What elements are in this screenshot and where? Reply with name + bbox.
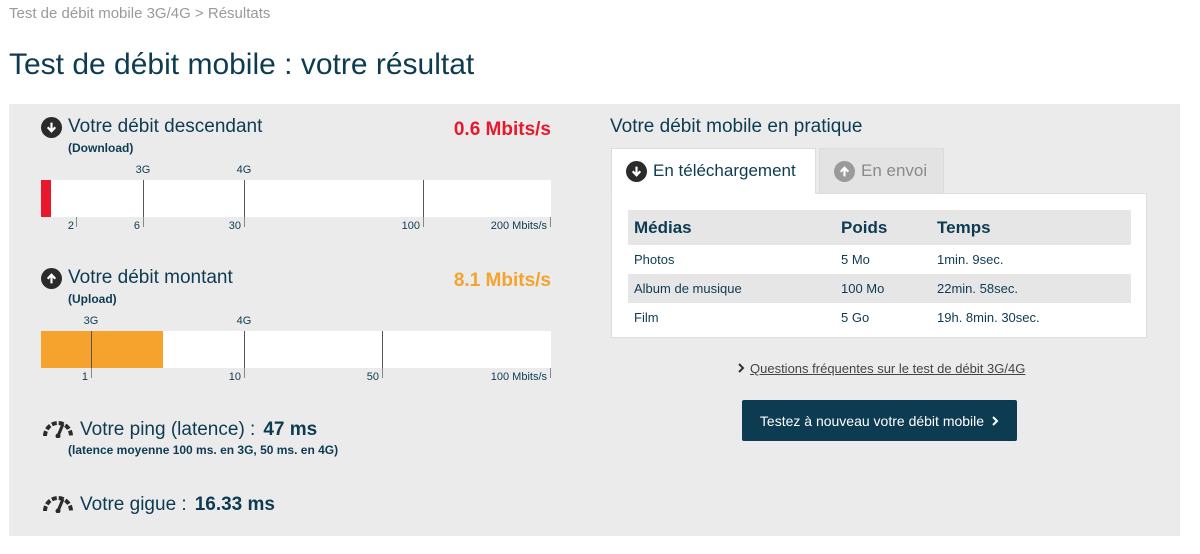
table-row: Film 5 Go 19h. 8min. 30sec. <box>628 303 1131 332</box>
table-cell: 5 Mo <box>841 252 870 267</box>
upload-title: Votre débit montant <box>68 267 233 288</box>
speedometer-icon <box>42 416 74 443</box>
download-value: 0.6 Mbits/s <box>453 119 551 140</box>
arrow-up-circle-icon <box>41 267 62 289</box>
scale-label: 100 Mbits/s <box>490 371 547 383</box>
table-row: Album de musique 100 Mo 22min. 58sec. <box>628 274 1131 303</box>
upload-bar <box>41 331 551 368</box>
gauge-label-4g: 4G <box>236 315 252 327</box>
jitter-title: Votre gigue : <box>80 493 187 515</box>
ping-title: Votre ping (latence) : <box>80 418 256 440</box>
tab-upload[interactable]: En envoi <box>819 148 944 194</box>
arrow-down-circle-icon <box>626 160 647 182</box>
arrow-up-circle-icon <box>834 160 855 182</box>
table-cell: Film <box>634 310 659 325</box>
download-bar-fill <box>41 180 52 217</box>
gauge-label-4g: 4G <box>236 164 252 176</box>
scale-label: 30 <box>228 220 241 232</box>
breadcrumb: Test de débit mobile 3G/4G > Résultats <box>9 5 271 22</box>
download-title: Votre débit descendant <box>68 116 263 137</box>
table-cell: Photos <box>634 252 675 267</box>
scale-label: 10 <box>228 371 241 383</box>
retest-button-label: Testez à nouveau votre débit mobile <box>759 412 985 429</box>
scale-label: 6 <box>133 220 140 232</box>
table-cell: 22min. 58sec. <box>931 274 1131 303</box>
table-cell: 100 Mo <box>835 274 931 303</box>
gauge-divider <box>244 331 245 368</box>
gauge-divider <box>423 180 424 217</box>
ping-note: (latence moyenne 100 ms. en 3G, 50 ms. e… <box>68 443 339 457</box>
column-header: Médias <box>628 210 835 245</box>
gauge-label-3g: 3G <box>135 164 151 176</box>
scale-label: 200 Mbits/s <box>490 220 547 232</box>
chevron-right-icon <box>738 361 745 376</box>
gauge-divider <box>91 331 92 368</box>
faq-link[interactable]: Questions fréquentes sur le test de débi… <box>738 361 1025 376</box>
upload-header: Votre débit montant <box>41 267 233 289</box>
gauge-divider <box>382 331 383 368</box>
upload-subtitle: (Upload) <box>68 292 117 306</box>
upload-value: 8.1 Mbits/s <box>453 270 551 291</box>
download-bar <box>41 180 551 217</box>
gauge-divider <box>143 180 144 217</box>
table-cell: 1min. 9sec. <box>937 252 1004 267</box>
upload-gauge: 3G 4G 1 10 50 100 Mbits/s <box>41 315 551 384</box>
jitter-row: Votre gigue : 16.33 ms <box>42 491 275 518</box>
column-header: Poids <box>835 210 931 245</box>
gauge-divider <box>244 180 245 217</box>
page-title: Test de débit mobile : votre résultat <box>9 48 475 81</box>
retest-button[interactable]: Testez à nouveau votre débit mobile <box>742 400 1017 441</box>
practice-title: Votre débit mobile en pratique <box>610 116 863 137</box>
scale-label: 2 <box>67 220 74 232</box>
speedometer-icon <box>42 491 74 518</box>
tab-upload-label: En envoi <box>861 161 928 180</box>
table-cell: 19h. 8min. 30sec. <box>937 310 1040 325</box>
download-subtitle: (Download) <box>68 141 134 155</box>
faq-link-label: Questions fréquentes sur le test de débi… <box>750 361 1026 376</box>
upload-bar-fill <box>41 331 164 368</box>
column-header: Temps <box>931 210 1131 245</box>
tab-download-label: En téléchargement <box>653 161 796 180</box>
practice-table-box: Médias Poids Temps Photos 5 Mo 1min. 9se… <box>611 193 1147 338</box>
practice-table: Médias Poids Temps Photos 5 Mo 1min. 9se… <box>628 210 1131 332</box>
scale-label: 50 <box>366 371 379 383</box>
jitter-value: 16.33 ms <box>194 493 275 515</box>
scale-label: 1 <box>81 371 88 383</box>
gauge-label-3g: 3G <box>83 315 99 327</box>
table-cell: Album de musique <box>628 274 835 303</box>
download-header: Votre débit descendant <box>41 116 262 138</box>
ping-value: 47 ms <box>263 418 318 440</box>
arrow-down-circle-icon <box>41 116 62 138</box>
table-cell: 5 Go <box>841 310 870 325</box>
chevron-right-icon <box>992 413 999 429</box>
tab-download[interactable]: En téléchargement <box>611 148 816 194</box>
download-gauge: 3G 4G 2 6 30 100 200 Mbits/s <box>41 164 551 233</box>
ping-row: Votre ping (latence) : 47 ms <box>42 416 317 443</box>
scale-label: 100 <box>401 220 420 232</box>
table-row: Photos 5 Mo 1min. 9sec. <box>628 245 1131 274</box>
